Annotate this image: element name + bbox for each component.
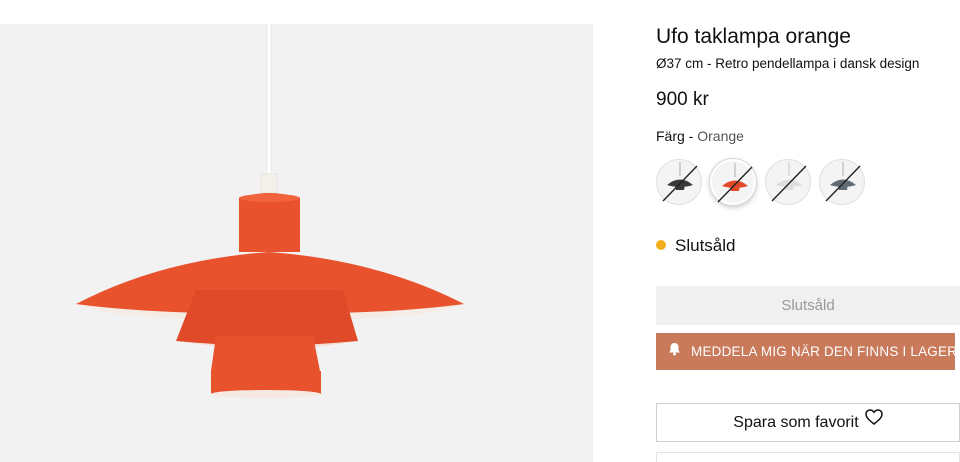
lamp-image xyxy=(76,24,464,398)
stock-status-text: Slutsåld xyxy=(675,236,736,255)
soldout-button[interactable]: Slutsåld xyxy=(656,286,960,325)
stock-status: Slutsåld xyxy=(656,236,735,256)
product-title: Ufo taklampa orange xyxy=(656,25,851,48)
heart-icon xyxy=(864,402,883,439)
color-label: Färg - Orange xyxy=(656,128,744,144)
notify-button[interactable]: MEDDELA MIG NÄR DEN FINNS I LAGER xyxy=(656,333,958,370)
product-info: Ufo taklampa orange Ø37 cm - Retro pende… xyxy=(656,0,960,462)
swatch-black[interactable] xyxy=(656,159,702,205)
notify-button-label: MEDDELA MIG NÄR DEN FINNS I LAGER xyxy=(691,344,958,359)
swatch-grey[interactable] xyxy=(819,159,865,205)
swatch-orange[interactable] xyxy=(710,159,756,205)
color-label-text: Färg - xyxy=(656,128,698,144)
save-favorite-button[interactable]: Spara som favorit xyxy=(656,403,960,442)
stock-status-dot xyxy=(656,239,666,250)
product-price: 900 kr xyxy=(656,89,709,110)
swatch-white[interactable] xyxy=(765,159,811,205)
swatch-grey-lamp-icon xyxy=(825,162,861,202)
next-section-edge xyxy=(656,452,960,462)
bell-icon xyxy=(668,333,681,370)
color-value: Orange xyxy=(697,128,744,144)
product-subtitle: Ø37 cm - Retro pendellampa i dansk desig… xyxy=(656,56,920,71)
save-favorite-label: Spara som favorit xyxy=(733,414,859,431)
swatch-black-lamp-icon xyxy=(662,162,698,202)
product-image[interactable] xyxy=(0,24,593,462)
swatch-orange-lamp-icon xyxy=(717,163,753,203)
swatch-white-lamp-icon xyxy=(771,162,807,202)
